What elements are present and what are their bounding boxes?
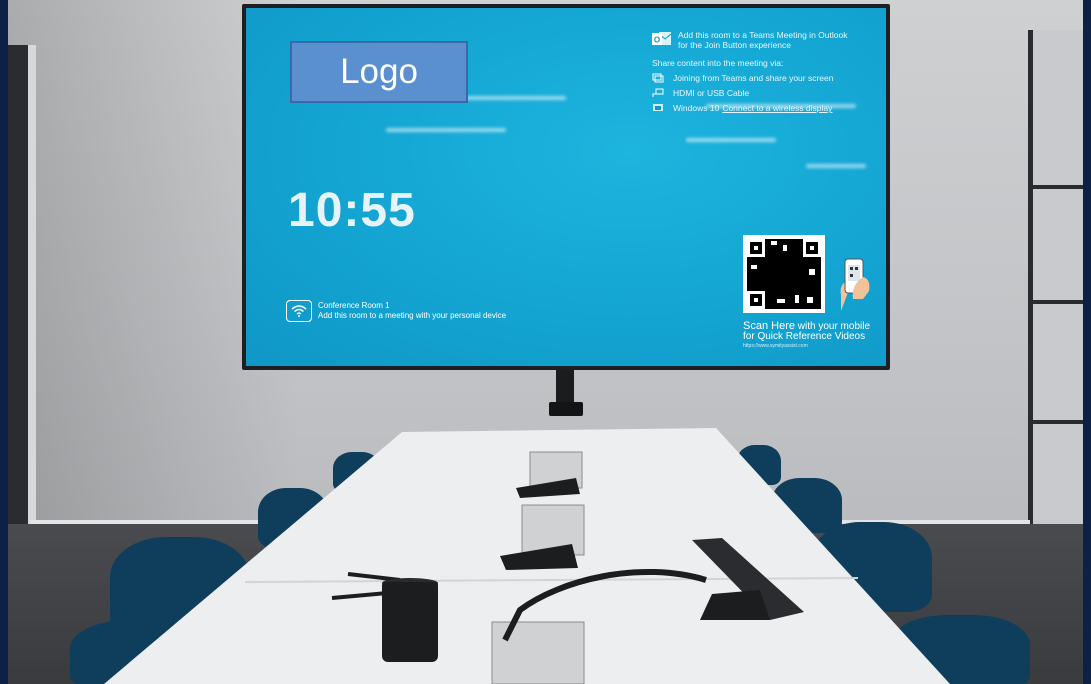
screen-share-icon xyxy=(652,73,664,83)
room-hint: Add this room to a meeting with your per… xyxy=(318,311,507,320)
pen-holder xyxy=(382,582,438,662)
qr-finder xyxy=(747,291,765,309)
outlook-icon: O xyxy=(652,32,672,45)
qr-module xyxy=(777,299,785,303)
qr-code[interactable] xyxy=(743,235,825,313)
scan-line-2: for Quick Reference Videos xyxy=(743,331,866,342)
qr-module xyxy=(809,269,815,275)
share-option-teams: Joining from Teams and share your screen xyxy=(652,73,882,83)
qr-finder xyxy=(803,239,821,257)
qr-finder xyxy=(747,239,765,257)
teams-room-screen: Logo 10:55 Conference Room 1 Add this ro… xyxy=(246,8,886,366)
logo-text: Logo xyxy=(340,52,418,91)
qr-module xyxy=(751,265,757,269)
share-option-prefix: Windows 10 xyxy=(673,103,720,113)
qr-module xyxy=(771,241,777,245)
share-option-text: HDMI or USB Cable xyxy=(673,88,750,98)
wireless-display-icon xyxy=(653,104,663,111)
room-info: Conference Room 1 Add this room to a mee… xyxy=(286,300,506,322)
background-streak xyxy=(456,96,566,100)
clock: 10:55 xyxy=(288,184,416,237)
room-name: Conference Room 1 xyxy=(318,301,390,310)
outlook-line-1: Add this room to a Teams Meeting in Outl… xyxy=(678,30,848,40)
share-label: Share content into the meeting via: xyxy=(652,58,784,68)
wireless-display-link[interactable]: Connect to a wireless display xyxy=(722,103,832,113)
meeting-info-panel: O Add this room to a Teams Meeting in Ou… xyxy=(652,30,882,113)
qr-section: Scan Here with your mobile for Quick Ref… xyxy=(743,235,883,355)
svg-text:O: O xyxy=(654,36,660,45)
outlook-line-2: for the Join Button experience xyxy=(678,40,791,50)
share-option-text: Joining from Teams and share your screen xyxy=(673,73,834,83)
scan-instructions: Scan Here with your mobile for Quick Ref… xyxy=(743,321,886,342)
logo-placeholder: Logo xyxy=(290,41,468,103)
tv-display: Logo 10:55 Conference Room 1 Add this ro… xyxy=(242,4,890,370)
room-text: Conference Room 1 Add this room to a mee… xyxy=(318,301,506,321)
qr-url: https://www.symityassist.com xyxy=(743,343,808,349)
qr-module xyxy=(783,245,787,251)
outlook-hint: O Add this room to a Teams Meeting in Ou… xyxy=(652,30,882,50)
phone-icon xyxy=(840,258,870,311)
share-option-cable: HDMI or USB Cable xyxy=(652,88,882,98)
cable-tray xyxy=(491,621,585,684)
background-streak xyxy=(806,164,866,168)
background-streak xyxy=(686,138,776,142)
qr-module xyxy=(795,295,799,303)
conference-room-photo: Logo 10:55 Conference Room 1 Add this ro… xyxy=(0,0,1091,684)
share-option-wireless: Windows 10 Connect to a wireless display xyxy=(652,103,882,113)
cable-icon xyxy=(652,88,664,97)
wireless-icon xyxy=(286,300,312,322)
background-streak xyxy=(386,128,506,132)
qr-module xyxy=(807,297,813,303)
